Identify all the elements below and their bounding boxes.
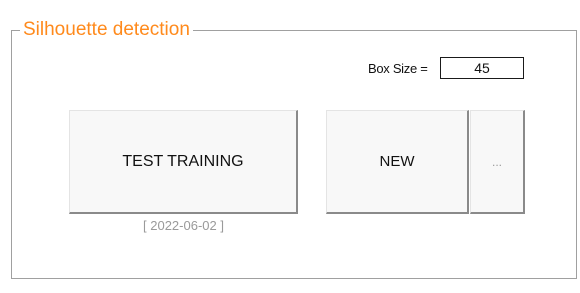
group-box-title: Silhouette detection (20, 18, 193, 42)
more-options-button[interactable]: ... (470, 110, 525, 214)
box-size-label: Box Size = (368, 61, 428, 76)
training-date-label: [ 2022-06-02 ] (143, 218, 224, 233)
test-training-button[interactable]: TEST TRAINING (69, 110, 298, 214)
new-button[interactable]: NEW (326, 110, 469, 214)
silhouette-detection-panel: Silhouette detection Box Size = TEST TRA… (0, 0, 580, 293)
box-size-input[interactable] (440, 57, 524, 79)
